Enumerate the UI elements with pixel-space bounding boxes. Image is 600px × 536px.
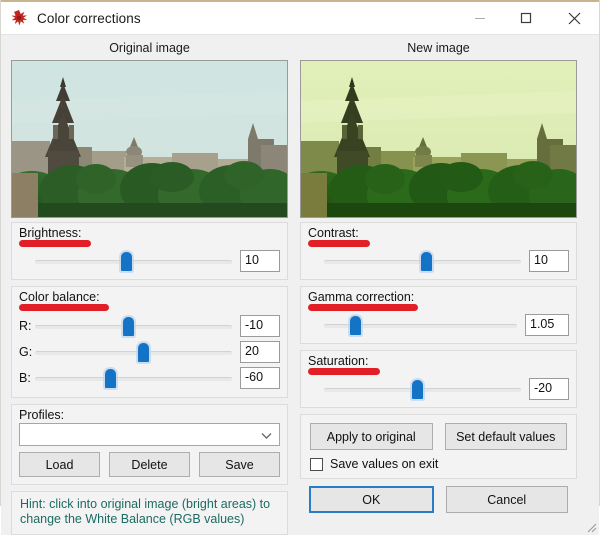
green-channel-label: G:	[19, 345, 33, 359]
contrast-value[interactable]: 10	[529, 250, 569, 272]
saturation-label: Saturation:	[308, 354, 369, 368]
contrast-label: Contrast:	[308, 226, 359, 240]
color-balance-label: Color balance:	[19, 290, 100, 304]
brightness-track	[35, 260, 232, 264]
apply-to-original-button[interactable]: Apply to original	[310, 423, 433, 450]
blue-slider-row: B: -60	[19, 365, 280, 391]
title-bar: Color corrections	[1, 0, 599, 34]
brightness-slider[interactable]	[35, 249, 232, 273]
minimize-button[interactable]	[457, 2, 503, 34]
save-values-on-exit-label: Save values on exit	[330, 457, 439, 471]
contrast-group: Contrast: 10	[300, 222, 577, 280]
gamma-thumb[interactable]	[349, 316, 361, 335]
green-slider[interactable]	[35, 340, 232, 364]
load-profile-button[interactable]: Load	[19, 452, 100, 477]
ok-button[interactable]: OK	[309, 486, 434, 513]
saturation-highlight-mark	[308, 368, 380, 375]
action-buttons: Apply to original Set default values	[310, 423, 567, 450]
profiles-label: Profiles:	[19, 408, 65, 422]
contrast-highlight-mark	[308, 240, 370, 247]
saturation-thumb[interactable]	[411, 380, 423, 399]
gamma-slider[interactable]	[324, 313, 517, 337]
red-slider-row: R: -10	[19, 313, 280, 339]
contrast-slider[interactable]	[324, 249, 521, 273]
dialog-body: Original image New image Brightness: 10 …	[1, 34, 599, 535]
new-image-caption: New image	[407, 41, 470, 55]
new-preview-col: New image	[300, 41, 577, 218]
green-slider-row: G: 20	[19, 339, 280, 365]
save-values-on-exit-row[interactable]: Save values on exit	[310, 457, 567, 471]
gamma-group: Gamma correction: 1.05	[300, 286, 577, 344]
cancel-button[interactable]: Cancel	[445, 486, 568, 513]
blue-thumb[interactable]	[104, 369, 116, 388]
new-image-preview	[300, 60, 577, 218]
color-corrections-window: Color corrections Original image New ima…	[0, 0, 600, 535]
blue-slider[interactable]	[35, 366, 232, 390]
hint-box: Hint: click into original image (bright …	[11, 491, 288, 535]
actions-group: Apply to original Set default values Sav…	[300, 414, 577, 479]
brightness-thumb[interactable]	[120, 252, 132, 271]
red-channel-label: R:	[19, 319, 32, 333]
gamma-label: Gamma correction:	[308, 290, 415, 304]
gamma-value[interactable]: 1.05	[525, 314, 569, 336]
delete-profile-button[interactable]: Delete	[109, 452, 190, 477]
brightness-label: Brightness:	[19, 226, 82, 240]
save-profile-button[interactable]: Save	[199, 452, 280, 477]
maximize-button[interactable]	[503, 2, 549, 34]
color-balance-highlight-mark	[19, 304, 109, 311]
brightness-slider-row: 10	[19, 249, 280, 273]
saturation-slider-row: -20	[308, 377, 569, 401]
profiles-group: Profiles: Load Delete Save	[11, 404, 288, 485]
hint-line-2: change the White Balance (RGB values)	[20, 512, 245, 526]
left-controls-column: Brightness: 10 Color balance: R: -10 G: …	[11, 222, 288, 535]
red-value[interactable]: -10	[240, 315, 280, 337]
splat-icon	[8, 7, 30, 29]
chevron-down-icon	[261, 429, 272, 443]
right-controls-column: Contrast: 10 Gamma correction: 1.05 Satu…	[300, 222, 577, 535]
blue-channel-label: B:	[19, 371, 31, 385]
resize-grip[interactable]	[583, 519, 597, 533]
original-image-preview[interactable]	[11, 60, 288, 218]
green-thumb[interactable]	[138, 343, 150, 362]
preview-row: Original image New image	[1, 35, 599, 218]
contrast-thumb[interactable]	[421, 252, 433, 271]
brightness-highlight-mark	[19, 240, 91, 247]
red-thumb[interactable]	[122, 317, 134, 336]
brightness-group: Brightness: 10	[11, 222, 288, 280]
dialog-buttons: OK Cancel	[300, 486, 577, 513]
original-preview-col: Original image	[11, 41, 288, 218]
green-value[interactable]: 20	[240, 341, 280, 363]
profile-buttons: Load Delete Save	[19, 452, 280, 477]
save-values-on-exit-checkbox[interactable]	[310, 457, 323, 471]
gamma-slider-row: 1.05	[308, 313, 569, 337]
hint-line-1: Hint: click into original image (bright …	[20, 497, 271, 511]
profiles-select[interactable]	[19, 423, 280, 446]
window-title: Color corrections	[37, 10, 141, 26]
original-image-caption: Original image	[109, 41, 190, 55]
blue-track	[35, 377, 232, 381]
saturation-value[interactable]: -20	[529, 378, 569, 400]
saturation-slider[interactable]	[324, 377, 521, 401]
brightness-value[interactable]: 10	[240, 250, 280, 272]
saturation-group: Saturation: -20	[300, 350, 577, 408]
green-track	[35, 351, 232, 355]
blue-value[interactable]: -60	[240, 367, 280, 389]
color-balance-group: Color balance: R: -10 G: 20 B: -60	[11, 286, 288, 398]
close-button[interactable]	[549, 2, 599, 34]
set-default-values-button[interactable]: Set default values	[444, 423, 567, 450]
contrast-slider-row: 10	[308, 249, 569, 273]
window-controls	[457, 2, 599, 34]
red-slider[interactable]	[35, 314, 232, 338]
controls-row: Brightness: 10 Color balance: R: -10 G: …	[1, 218, 599, 535]
gamma-highlight-mark	[308, 304, 418, 311]
